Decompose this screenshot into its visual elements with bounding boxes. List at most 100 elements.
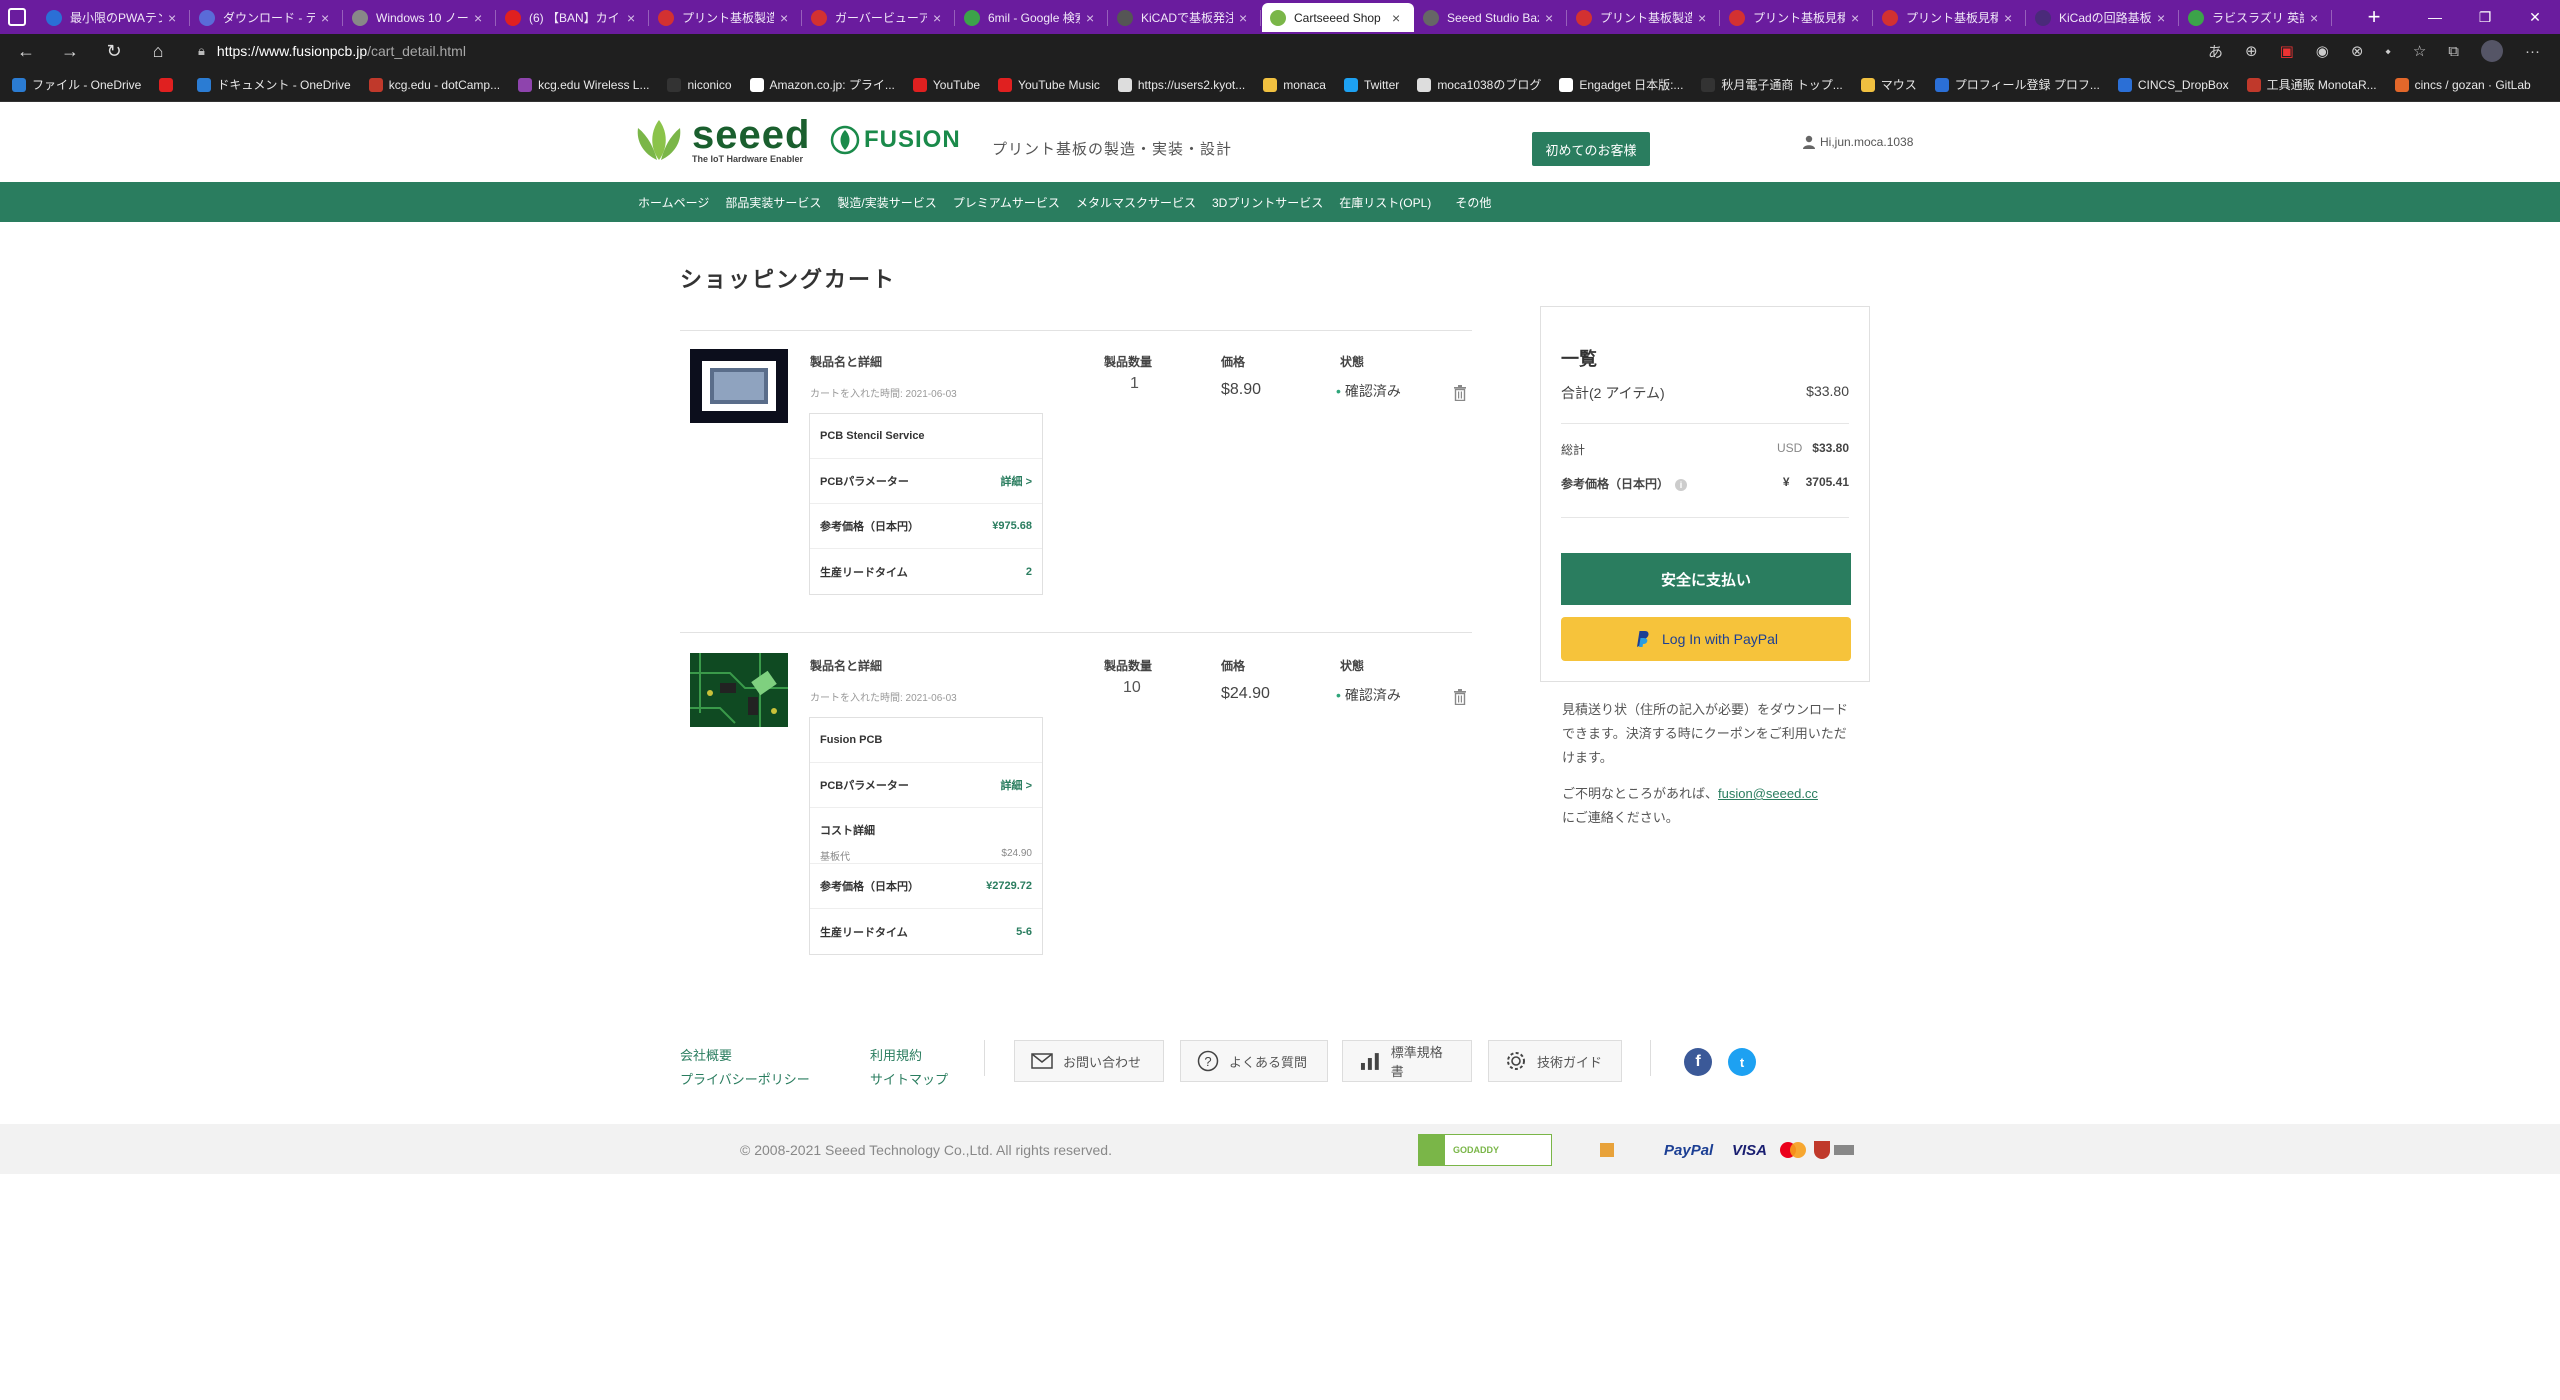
browser-tab[interactable]: ダウンロード - テレワーク × [191,3,343,32]
nav-item[interactable]: ホームページ [638,194,709,211]
browser-tab[interactable]: ガーバービューア | Gerber × [803,3,955,32]
bookmark-item[interactable]: CINCS_DropBox [2117,77,2229,92]
facebook-icon[interactable]: f [1684,1048,1712,1076]
contact-button[interactable]: お問い合わせ [1014,1040,1164,1082]
paypal-login-button[interactable]: Log In with PayPal [1561,617,1851,661]
nav-item[interactable]: その他 [1455,194,1491,211]
close-tab-icon[interactable]: × [168,10,182,26]
app-install-icon[interactable]: ⊕ [2245,42,2258,60]
close-tab-icon[interactable]: × [627,10,641,26]
browser-tab[interactable]: プリント基板見積 × [1874,3,2026,32]
tab-actions-icon[interactable] [8,8,26,26]
browser-tab[interactable]: Cartseeed Shop × [1262,3,1414,32]
close-tab-icon[interactable]: × [2004,10,2018,26]
read-aloud-icon[interactable]: あ [2208,41,2223,62]
home-button[interactable]: ⌂ [136,34,180,68]
footer-link-privacy[interactable]: プライバシーポリシー [680,1069,810,1088]
nav-item[interactable]: 3Dプリントサービス [1212,194,1323,211]
product-thumbnail[interactable] [690,653,788,727]
nav-item[interactable]: プレミアムサービス [953,194,1060,211]
close-tab-icon[interactable]: × [1086,10,1100,26]
bookmark-item[interactable]: cincs / gozan · GitLab [2394,77,2531,92]
first-customer-button[interactable]: 初めてのお客様 [1532,132,1650,166]
favorites-icon[interactable]: ☆ [2413,42,2426,60]
bookmark-item[interactable]: YouTube Music [998,77,1100,92]
faq-button[interactable]: ? よくある質問 [1180,1040,1328,1082]
new-tab-button[interactable]: + [2360,3,2388,31]
bookmark-item[interactable]: マウス [1860,76,1917,93]
bookmark-item[interactable] [159,77,179,92]
footer-link-company[interactable]: 会社概要 [680,1045,732,1064]
footer-link-sitemap[interactable]: サイトマップ [870,1069,948,1088]
browser-tab[interactable]: Windows 10 ノートPC × [344,3,496,32]
bookmark-item[interactable]: プロフィール登録 プロフ... [1934,76,2100,93]
bookmark-item[interactable]: ファイル - OneDrive [12,76,141,93]
browser-tab[interactable]: 6mil - Google 検索 × [956,3,1108,32]
browser-tab[interactable]: プリント基板見積 × [1721,3,1873,32]
nav-item[interactable]: 製造/実装サービス [837,194,936,211]
bookmark-item[interactable]: kcg.edu Wireless L... [518,77,649,92]
close-tab-icon[interactable]: × [2310,10,2324,26]
browser-tab[interactable]: ラビスラズリ 英語 × [2180,3,2332,32]
address-bar[interactable]: 🔒︎ https://www.fusionpcb.jp/cart_detail.… [198,39,2178,63]
trash-icon[interactable] [1453,385,1467,401]
forward-button[interactable]: → [48,34,92,68]
spec-button[interactable]: 標準規格書 [1342,1040,1472,1082]
fusion-logo[interactable]: FUSION [830,124,961,156]
browser-tab[interactable]: プリント基板製造 × [650,3,802,32]
param-details-link[interactable]: 詳細 > [1001,473,1032,489]
secure-pay-button[interactable]: 安全に支払い [1561,553,1851,605]
tech-guide-button[interactable]: 技術ガイド [1488,1040,1622,1082]
bookmark-item[interactable]: 工具通販 MonotaR... [2246,76,2377,93]
browser-tab[interactable]: KiCadの回路基板 × [2027,3,2179,32]
godaddy-badge[interactable]: GODADDY [1418,1134,1552,1166]
trash-icon[interactable] [1453,689,1467,705]
close-tab-icon[interactable]: × [1851,10,1865,26]
refresh-button[interactable]: ↻ [92,34,136,68]
extension-icon[interactable]: ⬩ [2385,43,2390,60]
contact-email-link[interactable]: fusion@seeed.cc [1718,786,1818,801]
nav-item[interactable]: 部品実装サービス [725,194,821,211]
item-quantity[interactable]: 10 [1123,679,1141,697]
browser-tab[interactable]: (6) 【BAN】カイキのYouTube × [497,3,649,32]
param-details-link[interactable]: 詳細 > [1001,777,1032,793]
extension-icon[interactable]: ▣ [2280,42,2294,60]
bookmark-item[interactable]: Amazon.co.jp: プライ... [749,76,895,93]
seeed-logo[interactable]: seeed The IoT Hardware Enabler [632,115,810,164]
close-tab-icon[interactable]: × [1239,10,1253,26]
restore-button[interactable]: ❐ [2460,0,2510,34]
close-tab-icon[interactable]: × [1392,10,1406,26]
bookmark-item[interactable]: kcg.edu - dotCamp... [368,77,500,92]
collections-icon[interactable]: ⧉ [2448,43,2459,60]
back-button[interactable]: ← [4,34,48,68]
profile-avatar[interactable] [2481,40,2503,62]
bookmark-item[interactable]: monaca [1263,77,1326,92]
browser-tab[interactable]: 最小限のPWAテンプレ × [38,3,190,32]
bookmark-item[interactable]: moca1038のブログ [1417,76,1541,93]
close-tab-icon[interactable]: × [321,10,335,26]
close-tab-icon[interactable]: × [474,10,488,26]
browser-tab[interactable]: Seeed Studio Bazaar × [1415,3,1567,32]
product-thumbnail[interactable] [690,349,788,423]
close-tab-icon[interactable]: × [1698,10,1712,26]
user-menu[interactable]: Hi,jun.moca.1038 [1802,135,1913,149]
twitter-icon[interactable]: t [1728,1048,1756,1076]
close-tab-icon[interactable]: × [933,10,947,26]
bookmark-item[interactable]: 秋月電子通商 トップ... [1701,76,1843,93]
extension-icon[interactable]: ◉ [2316,42,2329,60]
minimize-button[interactable]: — [2410,0,2460,34]
bookmark-item[interactable]: Twitter [1343,77,1399,92]
close-tab-icon[interactable]: × [780,10,794,26]
bookmark-item[interactable]: https://users2.kyot... [1117,77,1245,92]
more-icon[interactable]: ··· [2525,43,2540,60]
close-tab-icon[interactable]: × [1545,10,1559,26]
nav-item[interactable]: 在庫リスト(OPL) [1339,194,1431,211]
bookmark-item[interactable]: niconico [667,77,732,92]
browser-tab[interactable]: KiCADで基板発注 × [1109,3,1261,32]
info-icon[interactable]: i [1675,479,1688,491]
extension-icon[interactable]: ⊗ [2351,42,2364,60]
bookmark-item[interactable]: Engadget 日本版:... [1559,76,1683,93]
browser-tab[interactable]: プリント基板製造 × [1568,3,1720,32]
close-window-button[interactable]: ✕ [2510,0,2560,34]
footer-link-terms[interactable]: 利用規約 [870,1045,922,1064]
